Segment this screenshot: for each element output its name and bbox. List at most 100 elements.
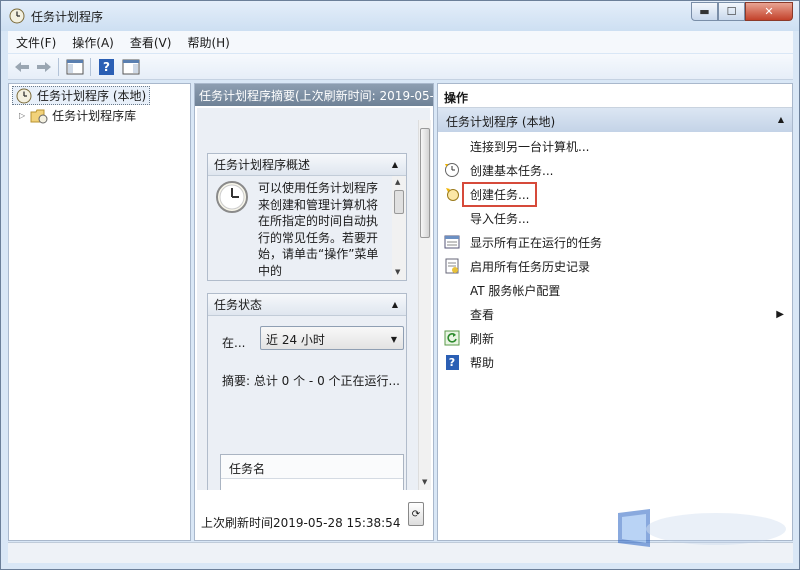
help-toolbar-button[interactable]: ? (97, 58, 116, 76)
blank-icon (444, 138, 460, 154)
maximize-icon: ☐ (726, 5, 737, 18)
forward-button[interactable] (34, 58, 53, 76)
submenu-arrow-icon: ▶ (776, 308, 784, 320)
action-label: 启用所有任务历史记录 (470, 259, 591, 274)
minimize-button[interactable]: ▬ (691, 2, 718, 21)
task-status-header[interactable]: 任务状态 ▲ (208, 294, 406, 316)
help-icon: ? (444, 354, 460, 370)
expand-icon[interactable]: ▷ (19, 111, 25, 120)
action-label: AT 服务帐户配置 (470, 283, 561, 298)
period-label: 在... (222, 336, 246, 350)
menu-view[interactable]: 查看(V) (122, 34, 180, 51)
console-tree-pane: 任务计划程序 (本地) ▷ 任务计划程序库 (8, 83, 191, 541)
summary-header: 任务计划程序摘要(上次刷新时间: 2019-05-2 (195, 84, 433, 106)
console-tree-icon (66, 59, 83, 75)
app-window: 任务计划程序 ▬ ☐ ✕ 文件(F) 操作(A) 查看(V) 帮助(H) ? 任… (0, 0, 800, 570)
menu-help[interactable]: 帮助(H) (179, 34, 237, 51)
refresh-icon (444, 330, 460, 346)
scroll-down-icon[interactable]: ▼ (395, 268, 400, 276)
actions-header: 操作 (438, 84, 792, 108)
folder-clock-icon (30, 109, 48, 123)
overview-section-header[interactable]: 任务计划程序概述 ▲ (208, 154, 406, 176)
refresh-icon: ⟳ (411, 508, 421, 520)
period-dropdown[interactable]: 近 24 小时 ▼ (260, 326, 404, 350)
scroll-thumb[interactable] (420, 128, 430, 238)
clock-icon (9, 8, 25, 24)
summary-body: 任务计划程序概述 ▲ 可以使用任务计划程序来创建和管理计算机将在所指定的时间自动… (197, 108, 430, 490)
watermark-logo (618, 509, 786, 547)
maximize-button[interactable]: ☐ (718, 2, 745, 21)
overview-scrollbar[interactable]: ▲ ▼ (392, 176, 406, 280)
show-hide-action-pane-button[interactable] (121, 58, 140, 76)
refresh-summary-button[interactable]: ⟳ (408, 502, 424, 526)
blank-icon (444, 282, 460, 298)
show-hide-tree-button[interactable] (65, 58, 84, 76)
blank-icon (444, 306, 460, 322)
tree-item-library[interactable]: ▷ 任务计划程序库 (19, 106, 136, 125)
action-label: 帮助 (470, 355, 495, 370)
action-label-highlighted: 创建任务... (462, 181, 538, 207)
toolbar-separator (90, 58, 91, 76)
collapse-icon[interactable]: ▲ (778, 115, 784, 124)
summary-pane: 任务计划程序摘要(上次刷新时间: 2019-05-2 任务计划程序概述 ▲ 可以… (194, 83, 434, 541)
collapse-icon[interactable]: ▲ (392, 300, 398, 309)
scroll-down-icon[interactable]: ▼ (422, 478, 427, 486)
action-show-running[interactable]: 显示所有正在运行的任务 (444, 230, 788, 254)
running-tasks-icon (444, 234, 460, 250)
task-status-title: 任务状态 (214, 298, 263, 312)
menu-bar: 文件(F) 操作(A) 查看(V) 帮助(H) (8, 31, 793, 53)
action-label: 刷新 (470, 331, 495, 346)
task-list[interactable]: 任务名 (220, 454, 404, 490)
action-connect[interactable]: 连接到另一台计算机... (444, 134, 788, 158)
close-icon: ✕ (764, 5, 774, 18)
task-name-column-header[interactable]: 任务名 (221, 455, 403, 479)
action-label: 连接到另一台计算机... (470, 139, 590, 154)
action-view[interactable]: 查看 ▶ (444, 302, 788, 326)
summary-text: 摘要: 总计 0 个 - 0 个正在运行... (222, 374, 400, 388)
menu-action[interactable]: 操作(A) (64, 34, 122, 51)
action-create-task[interactable]: 创建任务... (444, 181, 788, 207)
window-title: 任务计划程序 (31, 10, 104, 24)
back-button[interactable] (12, 58, 31, 76)
toolbar: ? (8, 54, 793, 80)
clock-icon (16, 88, 32, 103)
action-create-basic-task[interactable]: 创建基本任务... (444, 158, 788, 182)
actions-group-header[interactable]: 任务计划程序 (本地) ▲ (438, 108, 792, 132)
action-import-task[interactable]: 导入任务... (444, 206, 788, 230)
history-icon (444, 258, 460, 274)
scroll-up-icon[interactable]: ▲ (395, 178, 400, 186)
scroll-thumb[interactable] (394, 190, 404, 214)
overview-text: 可以使用任务计划程序来创建和管理计算机将在所指定的时间自动执行的常见任务。若要开… (258, 181, 379, 278)
tree-item-root[interactable]: 任务计划程序 (本地) (12, 86, 151, 105)
clock-icon (216, 181, 248, 213)
forward-arrow-icon (36, 62, 51, 72)
basic-task-icon (444, 162, 460, 178)
action-label: 创建基本任务... (470, 163, 554, 178)
overview-title: 任务计划程序概述 (214, 158, 311, 172)
actions-group-title: 任务计划程序 (本地) (446, 115, 556, 129)
title-bar: 任务计划程序 ▬ ☐ ✕ (1, 1, 799, 31)
action-label: 导入任务... (470, 211, 530, 226)
tree-root-label: 任务计划程序 (本地) (37, 89, 147, 103)
last-refresh-text: 上次刷新时间2019-05-28 15:38:54 (201, 516, 401, 530)
action-refresh[interactable]: 刷新 (444, 326, 788, 350)
collapse-icon[interactable]: ▲ (392, 160, 398, 169)
create-task-icon (444, 186, 460, 202)
tree-library-label: 任务计划程序库 (52, 109, 137, 123)
action-label: 显示所有正在运行的任务 (470, 235, 603, 250)
overview-section: 任务计划程序概述 ▲ 可以使用任务计划程序来创建和管理计算机将在所指定的时间自动… (207, 153, 407, 281)
action-enable-history[interactable]: 启用所有任务历史记录 (444, 254, 788, 278)
back-arrow-icon (14, 62, 29, 72)
action-help[interactable]: ? 帮助 (444, 350, 788, 374)
action-label: 查看 (470, 307, 495, 322)
close-button[interactable]: ✕ (745, 2, 793, 21)
menu-file[interactable]: 文件(F) (8, 34, 64, 51)
summary-scrollbar[interactable]: ▼ (418, 120, 431, 490)
minimize-icon: ▬ (699, 5, 710, 18)
action-at-service-config[interactable]: AT 服务帐户配置 (444, 278, 788, 302)
blank-icon (444, 210, 460, 226)
toolbar-separator (58, 58, 59, 76)
period-value: 近 24 小时 (266, 333, 325, 347)
actions-pane: 操作 任务计划程序 (本地) ▲ 连接到另一台计算机... 创建基本任务... … (437, 83, 793, 541)
chevron-down-icon: ▼ (390, 335, 397, 344)
